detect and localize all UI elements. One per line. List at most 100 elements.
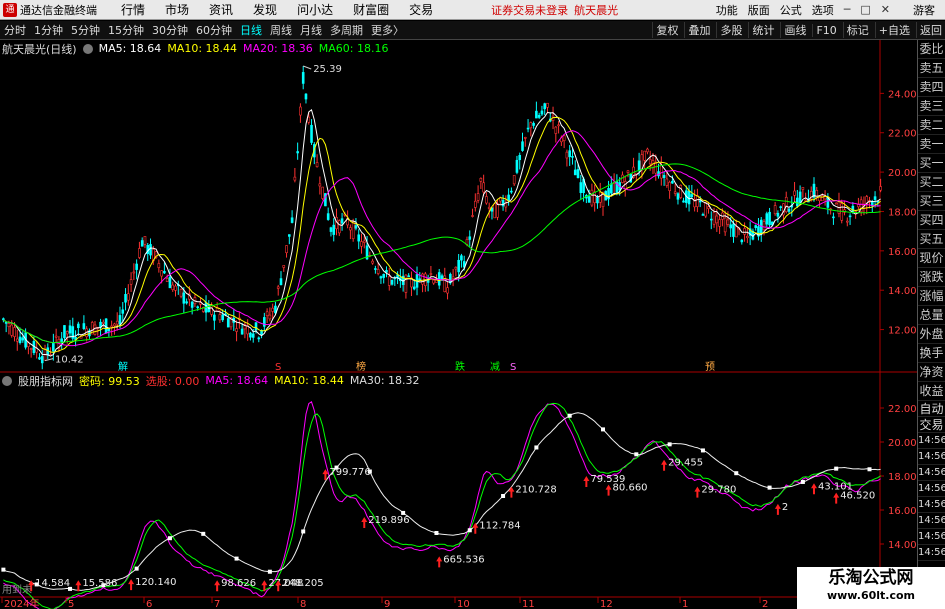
panel-field-0: 委比 xyxy=(918,40,945,59)
menu-ask[interactable]: 问小达 xyxy=(287,1,343,18)
settings-dot-icon[interactable] xyxy=(82,43,93,54)
candle-body xyxy=(371,260,374,264)
candle-body xyxy=(127,293,130,301)
time-label: 9 xyxy=(384,599,390,609)
period-multi[interactable]: 多周期 xyxy=(326,22,367,38)
ma30-marker xyxy=(201,531,206,536)
candle-body xyxy=(507,194,510,201)
add-favorite-button[interactable]: +自选 xyxy=(874,22,913,38)
app-title: 通达信金融终端 xyxy=(20,3,97,17)
f10-button[interactable]: F10 xyxy=(812,23,839,37)
buy-arrow-icon xyxy=(661,459,668,471)
period-monthly[interactable]: 月线 xyxy=(296,22,326,38)
panel-field-2: 卖四 xyxy=(918,78,945,97)
stats-button[interactable]: 统计 xyxy=(748,22,777,38)
candle-body xyxy=(65,331,69,335)
login-notice[interactable]: 证券交易未登录 xyxy=(491,2,568,18)
candle-body xyxy=(759,219,763,235)
candle-body xyxy=(873,196,877,200)
candle-body xyxy=(296,151,299,154)
candle-body xyxy=(54,335,58,338)
panel-sub-0[interactable]: 自动 xyxy=(918,401,945,417)
menu-options[interactable]: 选项 xyxy=(807,2,839,18)
chart-area[interactable]: 24.00 22.00 20.00 18.00 16.00 14.00 12.00 25.39… xyxy=(0,40,917,609)
candle-body xyxy=(660,165,663,179)
candle-body xyxy=(557,124,560,127)
mark-button[interactable]: 标记 xyxy=(842,22,872,38)
menu-market[interactable]: 市场 xyxy=(155,1,199,18)
back-button[interactable]: 返回 xyxy=(916,22,945,38)
overlay-button[interactable]: 叠加 xyxy=(684,22,713,38)
menu-discover[interactable]: 发现 xyxy=(243,1,287,18)
panel-field-10: 买五 xyxy=(918,230,945,249)
candle-body xyxy=(729,224,733,229)
candle-body xyxy=(282,265,286,268)
adjust-button[interactable]: 复权 xyxy=(652,22,681,38)
ma20-line xyxy=(3,130,881,347)
signal-value-label: 799.776 xyxy=(329,467,370,478)
candle-body xyxy=(213,314,216,321)
candle-body xyxy=(113,323,116,327)
candle-body xyxy=(254,322,258,331)
menu-trade[interactable]: 交易 xyxy=(399,1,443,18)
buy-arrow-icon xyxy=(583,475,590,487)
draw-line-button[interactable]: 画线 xyxy=(780,22,809,38)
menu-news[interactable]: 资讯 xyxy=(199,1,243,18)
period-1min[interactable]: 1分钟 xyxy=(30,22,67,38)
ma30-marker xyxy=(634,452,639,457)
candle-body xyxy=(299,106,302,116)
candle-body xyxy=(60,338,63,343)
candle-body xyxy=(451,276,455,279)
candle-body xyxy=(851,205,855,212)
candle-body xyxy=(332,224,336,235)
minimize-icon[interactable]: ─ xyxy=(839,3,856,16)
candle-body xyxy=(682,200,685,203)
period-5min[interactable]: 5分钟 xyxy=(67,22,104,38)
kline-chart[interactable]: 24.00 22.00 20.00 18.00 16.00 14.00 12.00 25.39… xyxy=(0,40,917,373)
signal-value-label: 219.896 xyxy=(368,515,409,526)
panel-sub-1[interactable]: 交易 xyxy=(918,417,945,433)
candle-body xyxy=(718,219,721,227)
high-price-label: 25.39 xyxy=(313,64,342,75)
buy-arrow-icon xyxy=(694,486,701,498)
period-daily[interactable]: 日线 xyxy=(236,22,266,38)
candle-body xyxy=(376,269,380,274)
period-30min[interactable]: 30分钟 xyxy=(148,22,192,38)
candle-body xyxy=(412,286,416,290)
maximize-icon[interactable]: □ xyxy=(855,3,875,16)
candle-body xyxy=(840,203,844,221)
candle-body xyxy=(482,182,485,193)
legend-ma10: MA10: 18.44 xyxy=(167,42,238,55)
candle-body xyxy=(318,183,322,187)
menu-formula[interactable]: 公式 xyxy=(775,2,807,18)
period-more[interactable]: 更多〉 xyxy=(367,22,408,38)
candle-body xyxy=(165,278,169,282)
ma30-marker xyxy=(434,530,439,535)
period-15min[interactable]: 15分钟 xyxy=(104,22,148,38)
candle-body xyxy=(268,314,272,320)
menu-quotes[interactable]: 行情 xyxy=(111,1,155,18)
menu-function[interactable]: 功能 xyxy=(711,2,743,18)
indicator-chart[interactable]: 22.0020.0018.0016.0014.0012.0014.58415.5… xyxy=(0,373,917,609)
candle-body xyxy=(326,213,330,220)
candle-body xyxy=(579,182,583,193)
multi-stock-button[interactable]: 多股 xyxy=(716,22,745,38)
candle-body xyxy=(63,325,66,338)
candle-body xyxy=(698,200,702,203)
sub-settings-dot-icon[interactable] xyxy=(2,375,12,386)
menu-layout[interactable]: 版面 xyxy=(743,2,775,18)
candle-body xyxy=(590,189,594,206)
period-weekly[interactable]: 周线 xyxy=(266,22,296,38)
candle-body xyxy=(535,110,538,119)
time-label: 12 xyxy=(600,599,613,609)
signal-value-label: 665.536 xyxy=(443,554,484,565)
bottom-left-text: 用到未 xyxy=(2,584,32,596)
candle-body xyxy=(587,196,591,203)
period-intraday[interactable]: 分时 xyxy=(0,22,30,38)
sub-legend-ma5: MA5: 18.64 xyxy=(205,374,269,387)
period-60min[interactable]: 60分钟 xyxy=(192,22,236,38)
panel-sub-2: 14:56 xyxy=(918,433,945,449)
guest-user[interactable]: 游客 xyxy=(895,2,945,18)
close-icon[interactable]: ✕ xyxy=(876,3,895,16)
menu-wealth[interactable]: 财富圈 xyxy=(343,1,399,18)
